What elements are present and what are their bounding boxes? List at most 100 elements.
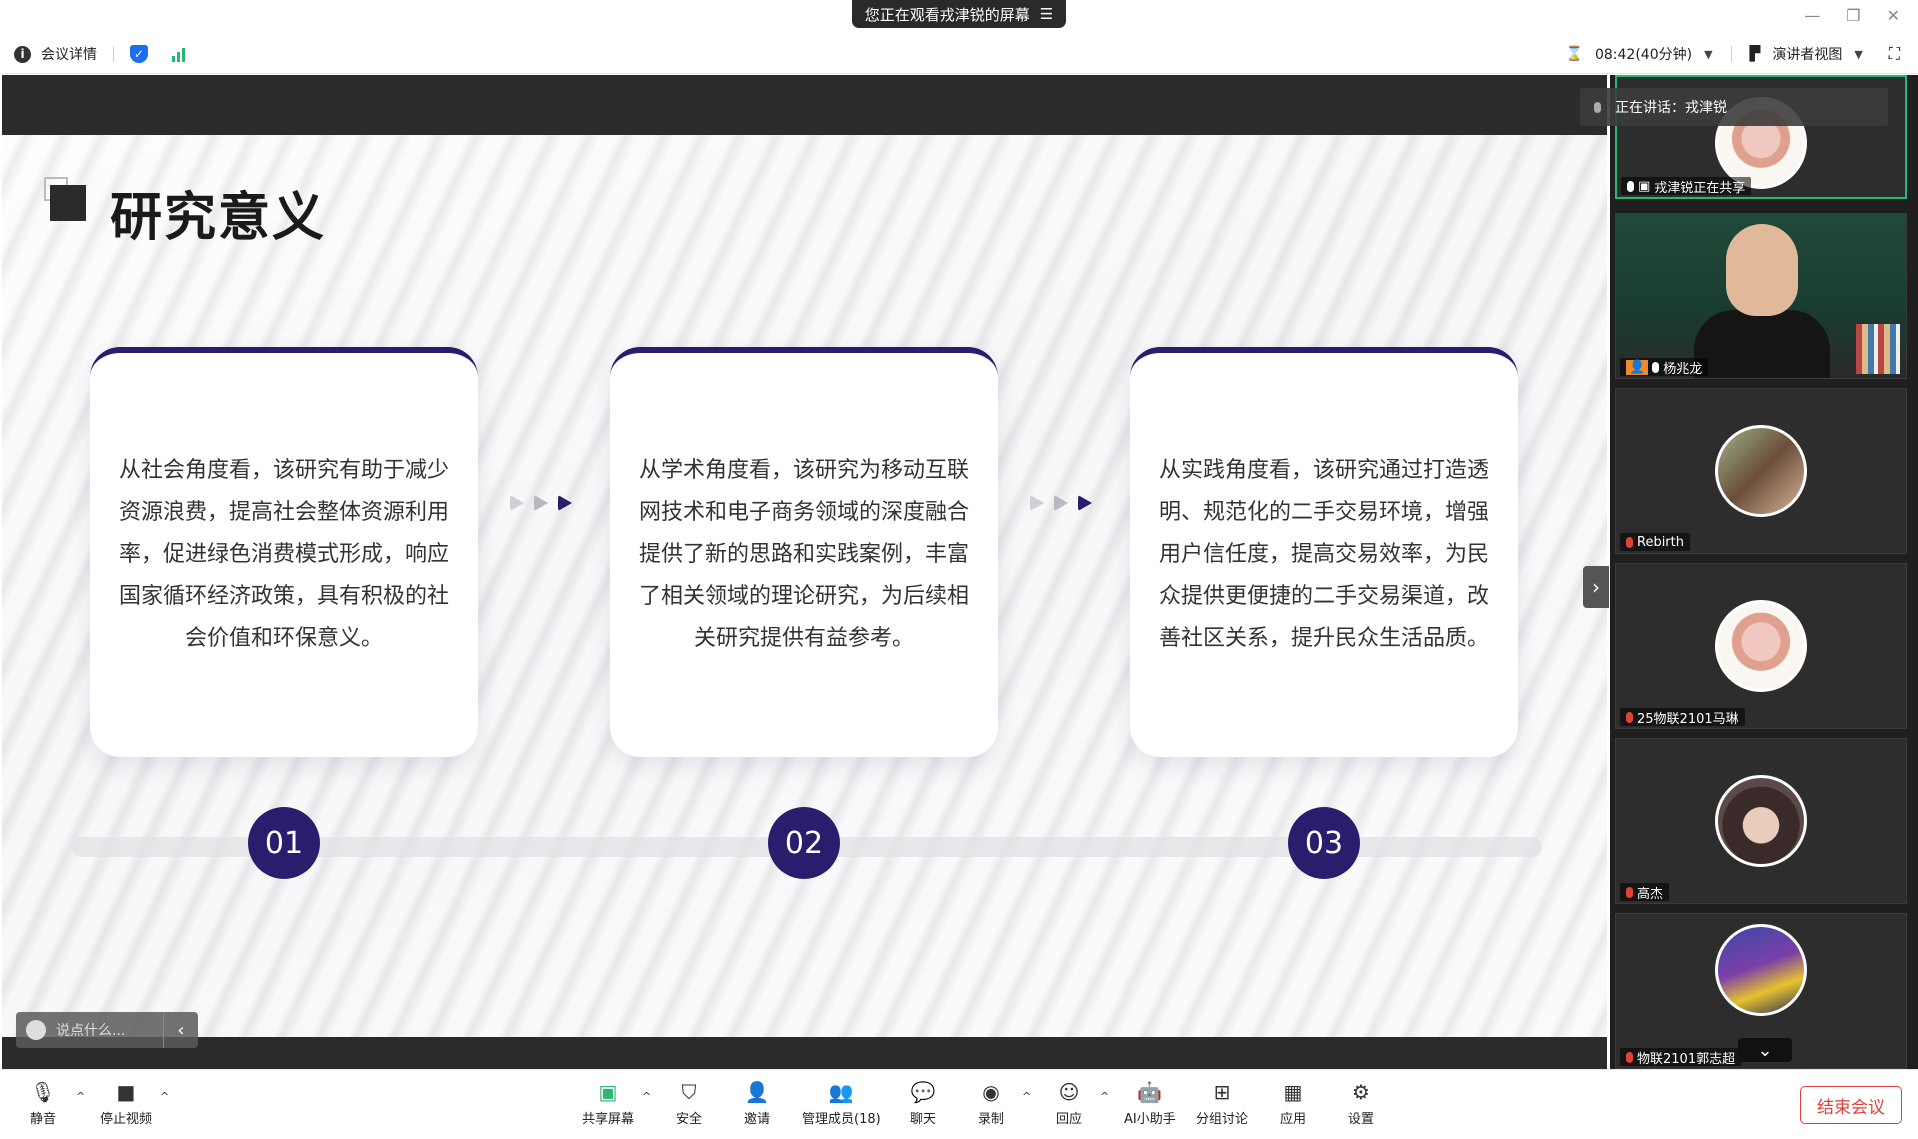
share-screen-label: 共享屏幕 — [582, 1112, 635, 1127]
card-text: 从实践角度看，该研究通过打造透明、规范化的二手交易环境，增强用户信任度，提高交易… — [1158, 458, 1489, 651]
header-right: ⌛ 08:42(40分钟) ▼ ▛ 演讲者视图 ▼ ⛶ — [1566, 44, 1900, 64]
share-screen-icon: ▣ — [598, 1080, 618, 1104]
mic-muted-icon — [1626, 886, 1633, 898]
divider — [113, 46, 114, 62]
invite-button[interactable]: 👤 邀请 — [744, 1080, 770, 1127]
number-badge: 03 — [1288, 807, 1360, 879]
view-mode-button[interactable]: 演讲者视图 — [1772, 44, 1842, 64]
ai-assistant-button[interactable]: 🤖 AI小助手 — [1124, 1080, 1176, 1127]
mic-muted-icon — [1626, 711, 1633, 723]
card-practice: 从实践角度看，该研究通过打造透明、规范化的二手交易环境，增强用户信任度，提高交易… — [1130, 347, 1518, 757]
mute-button[interactable]: 🎙 静音 — [30, 1080, 56, 1127]
card-academic: 从学术角度看，该研究为移动互联网技术和电子商务领域的深度融合提供了新的思路和实践… — [610, 347, 998, 757]
comment-input[interactable]: 说点什么... ‹ — [16, 1012, 198, 1048]
participant-tile[interactable]: 👤 杨兆龙 — [1615, 213, 1907, 379]
screen-share-icon: ▣ — [1638, 178, 1651, 194]
video-person — [1726, 224, 1798, 316]
arrow-icon — [1030, 495, 1092, 511]
manage-members-button[interactable]: 👥 管理成员(18) — [802, 1080, 881, 1127]
record-icon: ◉ — [982, 1080, 1000, 1104]
video-feed — [1616, 214, 1906, 378]
meeting-timer: 08:42(40分钟) — [1594, 47, 1693, 63]
restore-icon[interactable]: ❐ — [1846, 6, 1860, 25]
participant-strip: ▣ 戎津锐正在共享 👤 杨兆龙 Rebirth 25物联2101马琳 高杰 物联… — [1610, 75, 1918, 1069]
chat-button[interactable]: 💬 聊天 — [910, 1080, 936, 1127]
participant-name: 高杰 — [1637, 886, 1664, 902]
record-label: 录制 — [978, 1112, 1005, 1127]
breakout-label: 分组讨论 — [1196, 1112, 1249, 1127]
speaking-prefix: 正在讲话： — [1615, 100, 1685, 116]
avatar — [1715, 775, 1807, 867]
participant-tile[interactable]: Rebirth — [1615, 388, 1907, 554]
chevron-down-icon[interactable]: ▼ — [1854, 48, 1862, 61]
chevron-up-icon[interactable]: ^ — [1100, 1090, 1109, 1103]
close-icon[interactable]: ✕ — [1887, 6, 1900, 25]
manage-members-label: 管理成员(18) — [802, 1112, 881, 1127]
participant-label: 高杰 — [1620, 883, 1670, 902]
chevron-down-icon[interactable]: ▼ — [1704, 48, 1712, 61]
ai-assistant-icon: 🤖 — [1137, 1080, 1163, 1104]
video-books — [1856, 324, 1900, 374]
avatar — [1715, 600, 1807, 692]
mic-icon — [1594, 101, 1601, 113]
minimize-icon[interactable]: — — [1804, 6, 1820, 25]
chat-label: 聊天 — [910, 1112, 937, 1127]
window-controls: — ❐ ✕ — [1804, 6, 1900, 25]
share-screen-button[interactable]: ▣ 共享屏幕 — [582, 1080, 634, 1127]
settings-button[interactable]: ⚙ 设置 — [1348, 1080, 1374, 1127]
fullscreen-icon[interactable]: ⛶ — [1889, 44, 1900, 64]
stop-video-label: 停止视频 — [100, 1112, 153, 1127]
participant-tile[interactable]: 高杰 — [1615, 738, 1907, 904]
signal-icon[interactable] — [172, 46, 185, 62]
gear-icon: ⚙ — [1352, 1080, 1370, 1104]
participant-label: ▣ 戎津锐正在共享 — [1621, 177, 1752, 196]
participant-label: Rebirth — [1620, 533, 1690, 551]
shield-icon: ⛉ — [681, 1080, 697, 1104]
breakout-button[interactable]: ⊞ 分组讨论 — [1196, 1080, 1248, 1127]
chevron-up-icon[interactable]: ^ — [160, 1090, 169, 1103]
avatar — [1715, 425, 1807, 517]
apps-button[interactable]: ▦ 应用 — [1280, 1080, 1306, 1127]
mic-muted-icon — [1626, 536, 1633, 548]
avatar — [1715, 924, 1807, 1016]
participant-name: 戎津锐正在共享 — [1654, 180, 1746, 196]
shield-icon[interactable]: ✓ — [130, 45, 148, 63]
number-badge: 01 — [248, 807, 320, 879]
chevron-up-icon[interactable]: ^ — [1022, 1090, 1031, 1103]
security-label: 安全 — [676, 1112, 703, 1127]
share-banner[interactable]: 您正在观看戎津锐的屏幕 ☰ — [852, 0, 1066, 28]
add-user-icon: 👤 — [744, 1080, 770, 1104]
apps-icon: ▦ — [1283, 1080, 1303, 1104]
invite-label: 邀请 — [744, 1112, 771, 1127]
card-text: 从学术角度看，该研究为移动互联网技术和电子商务领域的深度融合提供了新的思路和实践… — [638, 458, 969, 651]
participant-label: 25物联2101马琳 — [1620, 708, 1745, 727]
react-label: 回应 — [1056, 1112, 1083, 1127]
participant-tile[interactable]: 25物联2101马琳 — [1615, 563, 1907, 729]
chevron-up-icon[interactable]: ^ — [642, 1090, 651, 1103]
security-button[interactable]: ⛉ 安全 — [676, 1080, 702, 1127]
chevron-up-icon[interactable]: ^ — [76, 1090, 85, 1103]
meeting-details-link[interactable]: 会议详情 — [41, 44, 97, 64]
menu-icon[interactable]: ☰ — [1040, 5, 1053, 23]
panel-toggle-button[interactable]: › — [1583, 566, 1609, 608]
stop-video-button[interactable]: ■ 停止视频 — [100, 1080, 152, 1127]
share-banner-text: 您正在观看戎津锐的屏幕 — [864, 5, 1030, 24]
smile-icon[interactable] — [26, 1020, 46, 1040]
card-social: 从社会角度看，该研究有助于减少资源浪费，提高社会整体资源利用率，促进绿色消费模式… — [90, 347, 478, 757]
speaking-indicator: 正在讲话：戎津锐 — [1580, 88, 1888, 126]
hourglass-icon: ⌛ — [1565, 46, 1583, 62]
arrow-icon — [510, 495, 572, 511]
participant-name: 25物联2101马琳 — [1637, 711, 1739, 727]
react-button[interactable]: ☺ 回应 — [1056, 1080, 1082, 1127]
divider — [1730, 46, 1732, 62]
comment-placeholder: 说点什么... — [56, 1023, 126, 1039]
end-meeting-button[interactable]: 结束会议 — [1800, 1086, 1902, 1124]
microphone-icon: 🎙 — [30, 1080, 56, 1104]
chevron-left-icon[interactable]: ‹ — [164, 1020, 198, 1041]
view-mode-icon: ▛ — [1749, 46, 1761, 62]
chevron-down-icon[interactable]: ⌄ — [1738, 1038, 1792, 1062]
bottom-toolbar: 🎙 静音 ^ ■ 停止视频 ^ ▣ 共享屏幕 ^ ⛉ 安全 👤 邀请 👥 管理成… — [0, 1069, 1918, 1139]
record-button[interactable]: ◉ 录制 — [978, 1080, 1004, 1127]
camera-icon: ■ — [116, 1080, 136, 1104]
participant-name: 杨兆龙 — [1663, 361, 1703, 377]
